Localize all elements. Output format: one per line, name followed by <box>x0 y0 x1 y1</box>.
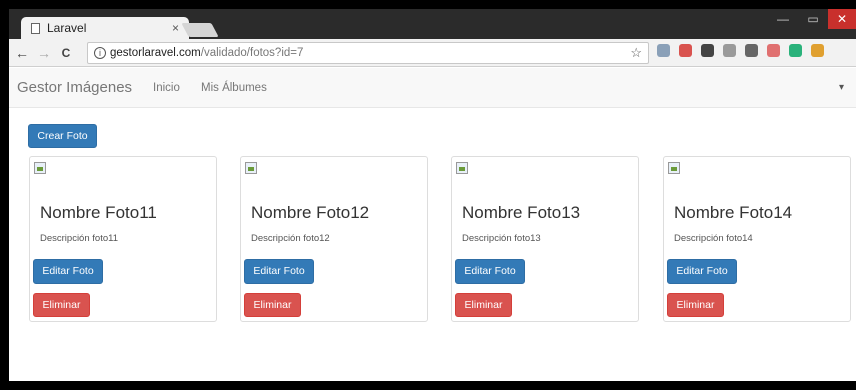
cast-icon[interactable] <box>767 44 780 57</box>
delete-photo-button[interactable]: Eliminar <box>244 293 301 317</box>
info-icon[interactable]: i <box>94 47 106 59</box>
bookmark-star-icon[interactable]: ☆ <box>630 45 642 61</box>
browser-window: Laravel × — ▭ ✕ ← → C i gestorlaravel.co… <box>9 9 856 381</box>
minimize-icon[interactable]: — <box>768 9 798 29</box>
new-tab-button[interactable] <box>181 23 219 37</box>
nav-link-inicio[interactable]: Inicio <box>153 82 180 94</box>
close-window-icon[interactable]: ✕ <box>828 9 856 29</box>
photo-card: Nombre Foto12 Descripción foto12 Editar … <box>240 156 428 322</box>
browser-toolbar: ← → C i gestorlaravel.com/validado/fotos… <box>9 39 856 67</box>
url-host: gestorlaravel.com <box>110 47 201 59</box>
user-dropdown-caret-icon[interactable]: ▾ <box>839 82 844 93</box>
edit-photo-button[interactable]: Editar Foto <box>244 259 314 284</box>
edit-photo-button[interactable]: Editar Foto <box>667 259 737 284</box>
photo-title: Nombre Foto11 <box>40 203 157 222</box>
photo-title: Nombre Foto14 <box>674 203 793 222</box>
broken-image-icon <box>34 162 46 174</box>
edit-photo-button[interactable]: Editar Foto <box>33 259 103 284</box>
window-controls: — ▭ ✕ <box>768 9 856 29</box>
photo-description: Descripción foto13 <box>462 233 541 244</box>
photo-description: Descripción foto14 <box>674 233 753 244</box>
url-text: gestorlaravel.com/validado/fotos?id=7 <box>110 47 303 59</box>
edit-photo-button[interactable]: Editar Foto <box>455 259 525 284</box>
maximize-icon[interactable]: ▭ <box>798 9 828 29</box>
broken-image-icon <box>456 162 468 174</box>
page-icon <box>31 22 40 34</box>
back-icon[interactable]: ← <box>13 45 31 61</box>
download-icon[interactable] <box>657 44 670 57</box>
hand-icon[interactable] <box>811 44 824 57</box>
forward-icon[interactable]: → <box>35 45 53 61</box>
delete-photo-button[interactable]: Eliminar <box>667 293 724 317</box>
browser-tab[interactable]: Laravel × <box>21 17 189 39</box>
square-icon[interactable] <box>745 44 758 57</box>
broken-image-icon <box>668 162 680 174</box>
photo-title: Nombre Foto13 <box>462 203 581 222</box>
app-navbar: Gestor Imágenes Inicio Mis Álbumes ▾ <box>9 68 856 108</box>
photo-description: Descripción foto11 <box>40 233 118 244</box>
tab-close-icon[interactable]: × <box>172 21 179 35</box>
photo-card: Nombre Foto13 Descripción foto13 Editar … <box>451 156 639 322</box>
delete-photo-button[interactable]: Eliminar <box>455 293 512 317</box>
adblock-icon[interactable] <box>679 44 692 57</box>
photo-description: Descripción foto12 <box>251 233 330 244</box>
tab-title: Laravel <box>47 21 87 35</box>
extensions-area <box>657 44 833 57</box>
delete-photo-button[interactable]: Eliminar <box>33 293 90 317</box>
extension-icon[interactable] <box>701 44 714 57</box>
broken-image-icon <box>245 162 257 174</box>
create-photo-button[interactable]: Crear Foto <box>28 124 97 148</box>
reload-icon[interactable]: C <box>57 46 75 60</box>
cloud-icon[interactable] <box>723 44 736 57</box>
photo-card: Nombre Foto11 Descripción foto11 Editar … <box>29 156 217 322</box>
green-circle-icon[interactable] <box>789 44 802 57</box>
photo-card: Nombre Foto14 Descripción foto14 Editar … <box>663 156 851 322</box>
title-bar: Laravel × — ▭ ✕ <box>9 9 856 39</box>
nav-link-mis-albumes[interactable]: Mis Álbumes <box>201 82 267 94</box>
url-path: /validado/fotos?id=7 <box>200 47 304 59</box>
navbar-brand[interactable]: Gestor Imágenes <box>17 79 132 96</box>
photo-title: Nombre Foto12 <box>251 203 370 222</box>
address-bar[interactable]: i gestorlaravel.com/validado/fotos?id=7 … <box>87 42 649 64</box>
